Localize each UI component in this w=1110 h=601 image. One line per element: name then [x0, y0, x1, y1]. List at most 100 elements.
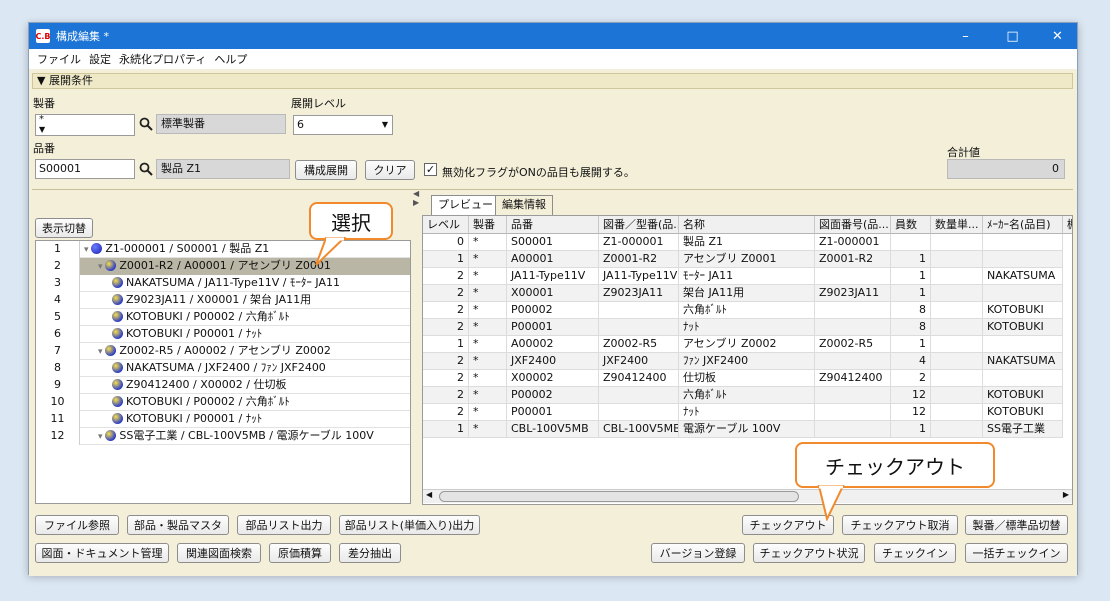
- seiban-switch-button[interactable]: 製番／標準品切替: [965, 515, 1068, 535]
- col-name-header[interactable]: 名称: [679, 216, 815, 234]
- menu-file[interactable]: ファイル: [37, 51, 81, 67]
- tab-edit-info[interactable]: 編集情報: [495, 195, 553, 215]
- tree-row[interactable]: 11 KOTOBUKI / P00001 / ﾅｯﾄ: [36, 411, 410, 428]
- expand-toggle-icon[interactable]: ▾: [98, 347, 105, 357]
- col-unit-header[interactable]: 数量単...: [931, 216, 983, 234]
- chevron-left-icon[interactable]: ◀: [426, 490, 432, 499]
- col-level-header[interactable]: レベル: [423, 216, 469, 234]
- grid-cell: [931, 251, 983, 268]
- component-icon: [112, 294, 123, 305]
- checkout-status-button[interactable]: チェックアウト状況: [753, 543, 865, 563]
- horizontal-scrollbar[interactable]: ◀ ▶: [423, 489, 1072, 503]
- tree-node-label: Z0002-R5 / A00002 / アセンブリ Z0002: [119, 344, 331, 357]
- expand-toggle-icon[interactable]: ▾: [84, 245, 91, 255]
- seiban-combo[interactable]: * ▼: [35, 114, 135, 136]
- checkout-cancel-button[interactable]: チェックアウト取消: [842, 515, 958, 535]
- disabled-flag-checkbox[interactable]: ✓: [424, 163, 437, 176]
- grid-cell: A00002: [507, 336, 599, 353]
- grid-cell: [815, 353, 891, 370]
- app-window: C.B 構成編集 * – □ ✕ ファイル 設定 永続化プロパティ ヘルプ ▼ …: [28, 22, 1078, 576]
- expand-button[interactable]: 構成展開: [295, 160, 357, 180]
- main-area: ▼ 展開条件 製番 * ▼ 標準製番 展開レベル 6 ▼ 品番 S00001 製品…: [29, 69, 1077, 576]
- tree-row[interactable]: 12 ▾ SS電子工業 / CBL-100V5MB / 電源ケーブル 100V: [36, 428, 410, 445]
- cost-calc-button[interactable]: 原価積算: [269, 543, 331, 563]
- close-icon[interactable]: ✕: [1035, 23, 1080, 49]
- grid-cell: 2: [423, 370, 469, 387]
- col-qty-header[interactable]: 員数: [891, 216, 931, 234]
- grid-cell: *: [469, 387, 507, 404]
- tree-node-label: KOTOBUKI / P00002 / 六角ﾎﾞﾙﾄ: [126, 310, 290, 323]
- clear-button[interactable]: クリア: [365, 160, 415, 180]
- grid-cell: 12: [891, 387, 931, 404]
- chevron-down-icon: ▼: [39, 125, 46, 134]
- tab-preview[interactable]: プレビュー: [431, 195, 500, 215]
- scroll-thumb[interactable]: [439, 491, 799, 502]
- expand-toggle-icon[interactable]: ▾: [98, 262, 105, 272]
- parts-list-price-output-button[interactable]: 部品リスト(単価入り)出力: [339, 515, 480, 535]
- tree-row[interactable]: 8 NAKATSUMA / JXF2400 / ﾌｧﾝ JXF2400: [36, 360, 410, 377]
- tree-row[interactable]: 7 ▾ Z0002-R5 / A00002 / アセンブリ Z0002: [36, 343, 410, 360]
- tree-row[interactable]: 9 Z90412400 / X00002 / 仕切板: [36, 377, 410, 394]
- menu-help[interactable]: ヘルプ: [214, 51, 247, 67]
- component-icon: [112, 328, 123, 339]
- tree-row-number: 5: [36, 309, 80, 326]
- col-hinban-header[interactable]: 品番: [507, 216, 599, 234]
- minimize-icon[interactable]: –: [943, 23, 988, 49]
- search-icon[interactable]: [139, 117, 153, 131]
- component-icon: [112, 277, 123, 288]
- parts-master-button[interactable]: 部品・製品マスタ: [127, 515, 229, 535]
- file-ref-button[interactable]: ファイル参照: [35, 515, 119, 535]
- grid-cell: [983, 234, 1063, 251]
- menu-persist-props[interactable]: 永続化プロパティ: [119, 51, 206, 67]
- tree-row[interactable]: 6 KOTOBUKI / P00001 / ﾅｯﾄ: [36, 326, 410, 343]
- divider: [32, 189, 1073, 190]
- grid-cell: [983, 370, 1063, 387]
- related-drawing-search-button[interactable]: 関連図面検索: [177, 543, 261, 563]
- grid-cell: A00001: [507, 251, 599, 268]
- col-drawing-no-header[interactable]: 図面番号(品...: [815, 216, 891, 234]
- checkin-button[interactable]: チェックイン: [874, 543, 956, 563]
- col-maker-header[interactable]: ﾒｰｶｰ名(品目): [983, 216, 1063, 234]
- search-icon[interactable]: [139, 162, 153, 176]
- version-register-button[interactable]: バージョン登録: [651, 543, 745, 563]
- grid-cell: *: [469, 404, 507, 421]
- maximize-icon[interactable]: □: [990, 23, 1035, 49]
- tree-row[interactable]: 3 NAKATSUMA / JA11-Type11V / ﾓｰﾀｰ JA11: [36, 275, 410, 292]
- component-icon: [105, 430, 117, 441]
- diff-extract-button[interactable]: 差分抽出: [339, 543, 401, 563]
- grid-cell: Z90412400: [815, 370, 891, 387]
- tree-node-label: SS電子工業 / CBL-100V5MB / 電源ケーブル 100V: [119, 429, 374, 442]
- grid-cell: [931, 387, 983, 404]
- col-seiban-header[interactable]: 製番: [469, 216, 507, 234]
- level-select[interactable]: 6 ▼: [293, 115, 393, 135]
- grid-cell: S00001: [507, 234, 599, 251]
- component-icon: [112, 396, 123, 407]
- conditions-header[interactable]: ▼ 展開条件: [32, 73, 1073, 89]
- title-bar: C.B 構成編集 * – □ ✕: [29, 23, 1077, 49]
- display-toggle-button[interactable]: 表示切替: [35, 218, 93, 238]
- grid-cell: [931, 336, 983, 353]
- callout-checkout-pointer: [817, 485, 845, 521]
- grid-cell: Z9023JA11: [815, 285, 891, 302]
- hinban-input[interactable]: S00001: [35, 159, 135, 179]
- tree-row[interactable]: 10 KOTOBUKI / P00002 / 六角ﾎﾞﾙﾄ: [36, 394, 410, 411]
- tree-row[interactable]: 4 Z9023JA11 / X00001 / 架台 JA11用: [36, 292, 410, 309]
- grid-cell: 1: [423, 336, 469, 353]
- grid-cell: 2: [891, 370, 931, 387]
- callout-select: 選択: [309, 202, 393, 240]
- parts-list-output-button[interactable]: 部品リスト出力: [237, 515, 331, 535]
- bulk-checkin-button[interactable]: 一括チェックイン: [965, 543, 1068, 563]
- grid-cell: NAKATSUMA: [983, 268, 1063, 285]
- col-shelf-header[interactable]: 棚: [1063, 216, 1072, 234]
- tree-row[interactable]: 5 KOTOBUKI / P00002 / 六角ﾎﾞﾙﾄ: [36, 309, 410, 326]
- col-zuban-header[interactable]: 図番／型番(品...: [599, 216, 679, 234]
- drawing-doc-mgmt-button[interactable]: 図面・ドキュメント管理: [35, 543, 169, 563]
- grid-cell: 六角ﾎﾞﾙﾄ: [679, 302, 815, 319]
- splitter-handle[interactable]: ◀ ▶: [413, 189, 419, 509]
- expand-toggle-icon[interactable]: ▾: [98, 432, 105, 442]
- chevron-right-icon[interactable]: ▶: [1063, 490, 1069, 499]
- menu-settings[interactable]: 設定: [89, 51, 111, 67]
- grid-cell: 1: [423, 421, 469, 438]
- grid-cell: [891, 234, 931, 251]
- grid-cell: [815, 302, 891, 319]
